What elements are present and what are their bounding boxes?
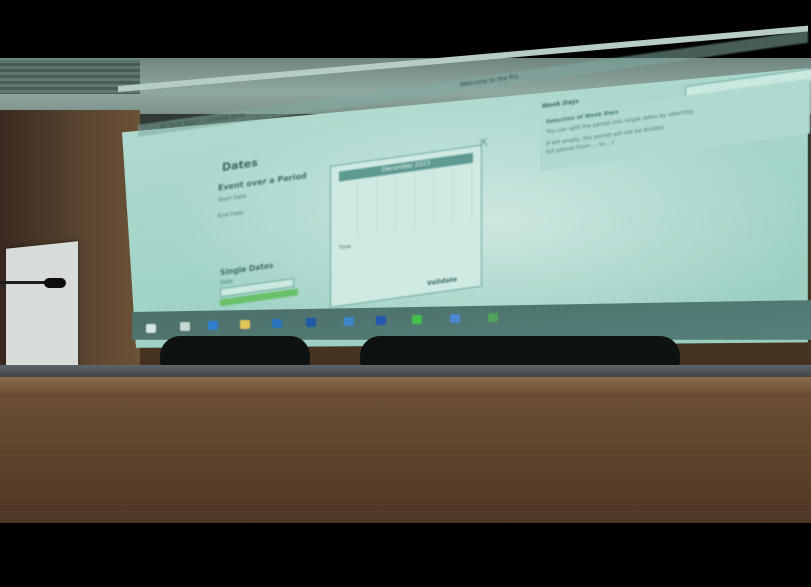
mail-icon: [272, 319, 282, 328]
store-icon: [450, 314, 460, 323]
end-date-label: End Date: [218, 210, 244, 220]
start-date-label: Start Date: [218, 193, 247, 204]
event-section-title: Event over a Period: [218, 171, 307, 193]
whatsapp-icon: [412, 315, 422, 324]
letterbox-bottom: [0, 523, 811, 587]
microphone: [0, 278, 70, 288]
desk-grain: [0, 393, 811, 523]
files-icon: [240, 320, 250, 329]
chair: [160, 336, 310, 366]
calendar-popup: December 2023 Time Validate: [330, 144, 482, 308]
onedrive-icon: [306, 318, 316, 327]
edge-icon: [208, 321, 218, 330]
photos-icon: [344, 317, 354, 326]
date-label: Date: [220, 278, 234, 287]
chair: [360, 336, 680, 366]
photo-scene: Hi Tech Stack - Licence term Welcome to …: [0, 0, 811, 587]
calendar-time-label: Time: [339, 243, 352, 252]
single-dates-title: Single Dates: [220, 260, 274, 278]
word-icon: [376, 316, 386, 325]
page-title: Dates: [222, 156, 258, 175]
search-icon: [180, 322, 190, 331]
validate-button: Validate: [427, 275, 458, 288]
network-icon: [488, 313, 498, 322]
week-days-title: Week Days: [542, 97, 579, 111]
paper-sheet: [6, 241, 78, 374]
cursor-icon: ⇱: [480, 137, 489, 150]
